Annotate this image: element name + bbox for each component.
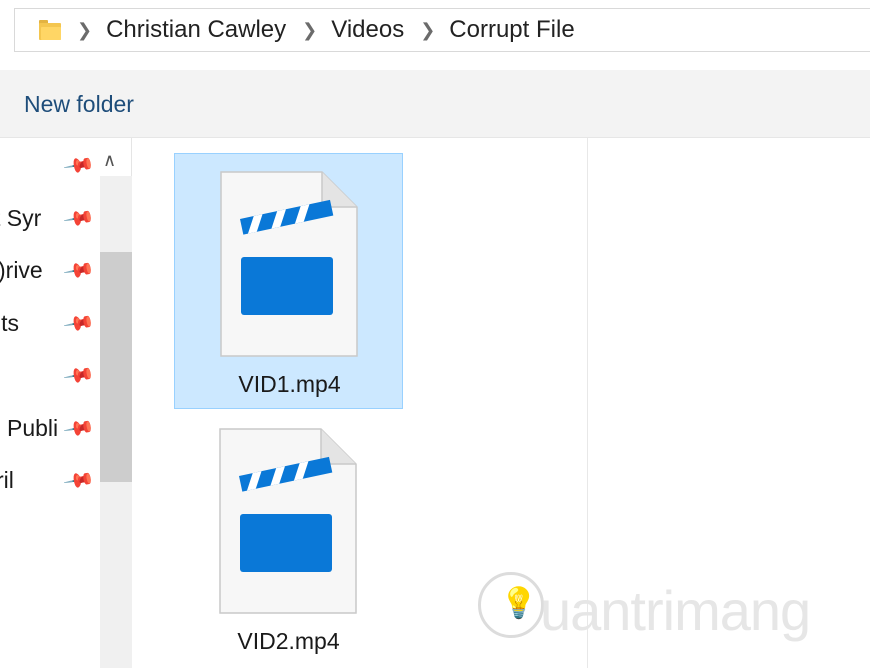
breadcrumb-videos[interactable]: Videos (331, 16, 404, 44)
video-file-icon (220, 171, 358, 357)
pin-icon[interactable]: 📌 (62, 255, 96, 285)
scrollbar-thumb[interactable] (100, 252, 132, 482)
file-name: VID1.mp4 (238, 371, 341, 397)
nav-item-label: ril (0, 466, 14, 493)
nav-item-public[interactable]: Publi 📌 (0, 413, 96, 443)
file-name: VID2.mp4 (237, 628, 340, 654)
nav-item-label: )rive (0, 256, 43, 283)
chevron-right-icon[interactable]: ❯ (420, 20, 435, 41)
nav-item-label: Publi (7, 414, 59, 441)
command-bar: New folder (0, 70, 870, 138)
file-item-vid2[interactable]: VID2.mp4 (174, 411, 403, 667)
watermark-text: uantrimang (540, 579, 811, 642)
pin-icon[interactable]: 📌 (62, 308, 96, 338)
nav-item-quick-access-2[interactable]: t Syr 📌 (0, 203, 96, 233)
pin-icon[interactable]: 📌 (62, 360, 96, 390)
pin-icon[interactable]: 📌 (62, 150, 96, 180)
nav-item-onedrive[interactable]: )rive 📌 (0, 255, 96, 285)
folder-icon (39, 20, 61, 40)
new-folder-button[interactable]: New folder (24, 91, 134, 118)
file-item-vid1[interactable]: VID1.mp4 (174, 153, 403, 409)
nav-item-quick-access-5[interactable]: 📌 (0, 360, 96, 390)
breadcrumb-christian-cawley[interactable]: Christian Cawley (106, 16, 286, 44)
nav-item-documents[interactable]: its 📌 (0, 308, 96, 338)
pin-icon[interactable]: 📌 (62, 465, 96, 495)
pin-icon[interactable]: 📌 (62, 413, 96, 443)
nav-item-label: t Syr (0, 204, 42, 231)
address-bar[interactable]: ❯ Christian Cawley ❯ Videos ❯ Corrupt Fi… (14, 8, 870, 52)
nav-item-quick-access-1[interactable]: 📌 (0, 150, 96, 180)
pin-icon[interactable]: 📌 (62, 203, 96, 233)
chevron-right-icon[interactable]: ❯ (77, 20, 92, 41)
watermark: 💡 uantrimang (478, 572, 868, 652)
chevron-up-icon[interactable]: ∧ (103, 150, 116, 171)
nav-item-april[interactable]: ril 📌 (0, 465, 96, 495)
lightbulb-icon: 💡 (500, 586, 538, 621)
chevron-right-icon[interactable]: ❯ (302, 20, 317, 41)
nav-item-label: its (0, 309, 19, 336)
video-file-icon (219, 428, 357, 614)
breadcrumb-corrupt-file[interactable]: Corrupt File (449, 16, 574, 44)
